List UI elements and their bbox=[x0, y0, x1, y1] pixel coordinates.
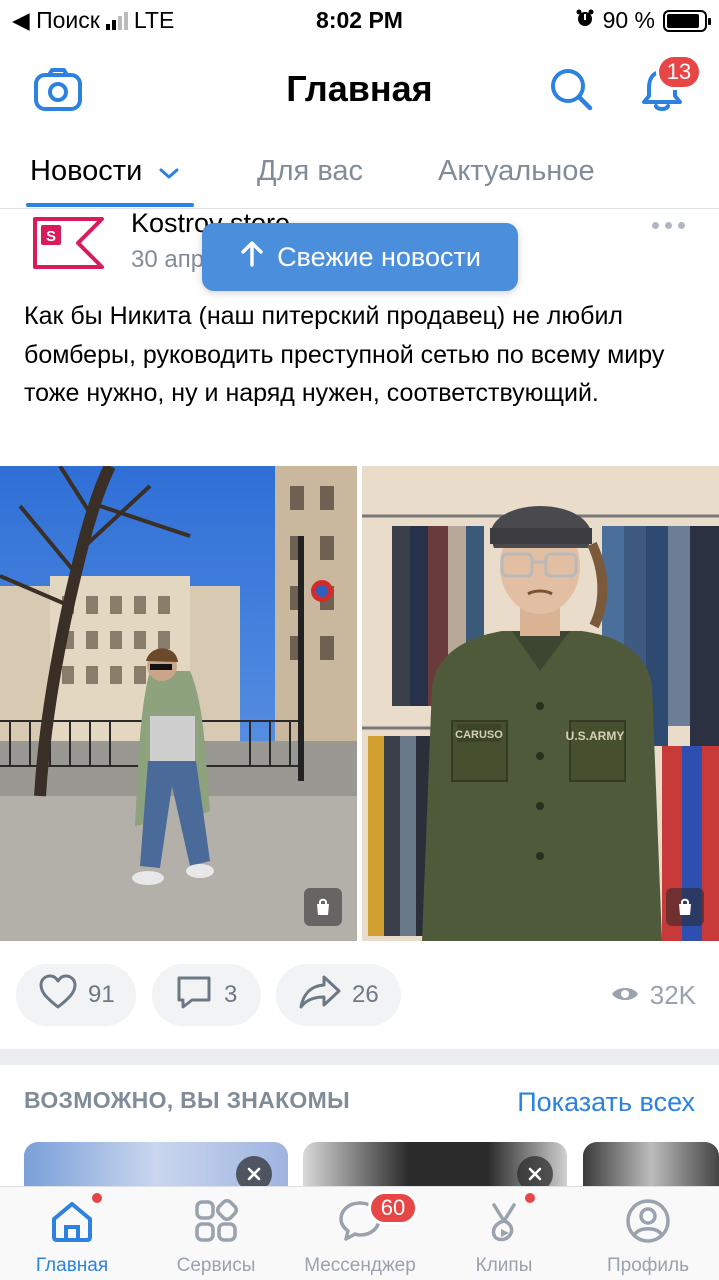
search-icon[interactable] bbox=[546, 64, 598, 116]
svg-text:S: S bbox=[46, 228, 56, 245]
alarm-icon bbox=[575, 7, 595, 34]
tabbar-clips-label: Клипы bbox=[475, 1255, 533, 1276]
tabbar-profile-label: Профиль bbox=[606, 1255, 690, 1276]
status-right: 90 % bbox=[575, 7, 711, 34]
views-counter: 32K bbox=[610, 980, 696, 1011]
active-tab-indicator bbox=[26, 203, 194, 207]
tabbar-messenger-label: Мессенджер bbox=[304, 1255, 416, 1276]
heart-icon bbox=[38, 974, 78, 1017]
army-tape-text: U.S.ARMY bbox=[566, 729, 625, 743]
people-section-title: ВОЗМОЖНО, ВЫ ЗНАКОМЫ bbox=[24, 1087, 350, 1113]
tab-for-you[interactable]: Для вас bbox=[257, 155, 363, 188]
like-button[interactable]: 91 bbox=[16, 964, 136, 1026]
section-divider bbox=[0, 1049, 719, 1065]
like-count: 91 bbox=[88, 981, 115, 1008]
clips-unread-dot bbox=[525, 1193, 535, 1203]
post-photo-portrait[interactable]: CARUSO U.S.ARMY bbox=[362, 466, 719, 941]
author-avatar[interactable]: S bbox=[32, 214, 106, 272]
notifications-badge: 13 bbox=[656, 54, 702, 90]
bottom-tab-bar: Главная Сервисы 60 Мессенджер Клипы Проф… bbox=[0, 1186, 719, 1280]
feed-tabs: Новости Для вас Актуальное bbox=[0, 145, 719, 209]
share-count: 26 bbox=[352, 981, 379, 1008]
shop-bag-icon[interactable] bbox=[304, 888, 342, 926]
comment-button[interactable]: 3 bbox=[152, 964, 261, 1026]
fresh-news-button[interactable]: Свежие новости bbox=[202, 223, 518, 291]
tab-news[interactable]: Новости bbox=[30, 155, 180, 189]
arrow-up-icon bbox=[239, 240, 265, 275]
battery-percent: 90 % bbox=[602, 7, 655, 33]
profile-icon bbox=[626, 1199, 670, 1243]
post-more-icon[interactable] bbox=[652, 222, 685, 229]
status-bar: ◀ Поиск LTE 8:02 PM 90 % bbox=[0, 0, 719, 40]
views-count: 32K bbox=[649, 980, 696, 1010]
tabbar-clips[interactable]: Клипы bbox=[432, 1187, 576, 1280]
share-button[interactable]: 26 bbox=[276, 964, 401, 1026]
share-icon bbox=[298, 974, 342, 1017]
services-icon bbox=[195, 1199, 238, 1242]
home-icon bbox=[52, 1202, 92, 1242]
chevron-down-icon bbox=[158, 156, 180, 189]
tabbar-profile[interactable]: Профиль bbox=[576, 1187, 719, 1280]
name-tape-text: CARUSO bbox=[455, 729, 503, 741]
post-photo-street[interactable] bbox=[0, 466, 357, 941]
shop-bag-icon[interactable] bbox=[666, 888, 704, 926]
show-all-link[interactable]: Показать всех bbox=[517, 1087, 695, 1118]
eye-icon bbox=[610, 980, 640, 1011]
tabbar-messenger[interactable]: 60 Мессенджер bbox=[288, 1187, 432, 1280]
post-actions: 91 3 26 32K bbox=[16, 964, 706, 1026]
comment-count: 3 bbox=[224, 981, 238, 1008]
tabbar-home-label: Главная bbox=[35, 1255, 109, 1276]
fresh-news-label: Свежие новости bbox=[277, 241, 481, 272]
app-header: Главная 13 bbox=[0, 50, 719, 130]
clips-icon bbox=[491, 1203, 516, 1242]
comment-icon bbox=[174, 974, 214, 1017]
tab-news-label: Новости bbox=[30, 155, 143, 187]
page-title: Главная bbox=[286, 68, 433, 109]
post-text: Как бы Никита (наш питерский продавец) н… bbox=[24, 302, 665, 407]
tabbar-services[interactable]: Сервисы bbox=[144, 1187, 288, 1280]
tabbar-services-label: Сервисы bbox=[176, 1255, 256, 1276]
tab-trending[interactable]: Актуальное bbox=[438, 155, 595, 188]
tabbar-home[interactable]: Главная bbox=[0, 1187, 144, 1280]
messenger-badge: 60 bbox=[368, 1191, 418, 1225]
battery-icon bbox=[663, 9, 711, 32]
home-unread-dot bbox=[92, 1193, 102, 1203]
